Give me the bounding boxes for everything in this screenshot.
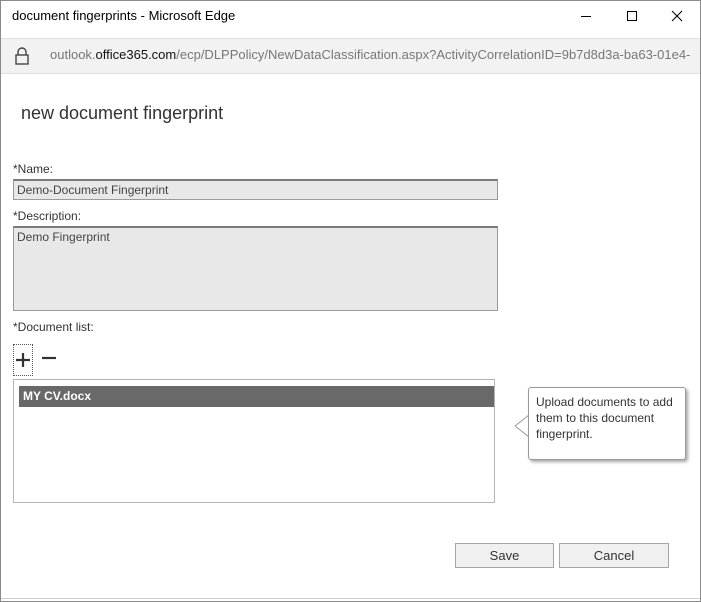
name-label: *Name: [13, 162, 54, 176]
title-bar: document fingerprints - Microsoft Edge [1, 1, 700, 31]
address-bar[interactable]: outlook.office365.com/ecp/DLPPolicy/NewD… [1, 38, 700, 74]
minus-icon [42, 356, 56, 360]
plus-icon [16, 353, 30, 367]
upload-hint-callout: Upload documents to add them to this doc… [528, 387, 686, 460]
url-host: office365.com [95, 47, 177, 62]
minimize-icon [581, 16, 591, 17]
browser-window: document fingerprints - Microsoft Edge o… [0, 0, 701, 602]
document-list-label: *Document list: [13, 320, 94, 334]
minimize-button[interactable] [563, 1, 609, 31]
url-prefix: outlook. [50, 47, 96, 62]
url-text[interactable]: outlook.office365.com/ecp/DLPPolicy/NewD… [50, 47, 690, 62]
close-button[interactable] [654, 1, 700, 31]
close-icon [671, 10, 683, 22]
remove-document-button[interactable] [39, 350, 59, 366]
description-field[interactable]: Demo Fingerprint [13, 226, 498, 311]
cancel-button[interactable]: Cancel [559, 543, 669, 568]
list-item[interactable]: MY CV.docx [19, 386, 494, 407]
window-title: document fingerprints - Microsoft Edge [12, 8, 236, 23]
add-document-button[interactable] [13, 344, 33, 376]
callout-arrow [515, 415, 529, 437]
save-button[interactable]: Save [455, 543, 554, 568]
maximize-icon [627, 11, 637, 21]
name-field[interactable] [13, 179, 498, 200]
description-label: *Description: [13, 209, 82, 223]
dialog-content: new document fingerprint *Name: *Descrip… [1, 73, 700, 601]
document-list[interactable]: MY CV.docx [13, 379, 495, 503]
lock-icon [15, 47, 29, 65]
url-path: /ecp/DLPPolicy/NewDataClassification.asp… [176, 47, 690, 62]
maximize-button[interactable] [609, 1, 655, 31]
footer-divider [1, 598, 700, 599]
page-title: new document fingerprint [21, 103, 224, 123]
